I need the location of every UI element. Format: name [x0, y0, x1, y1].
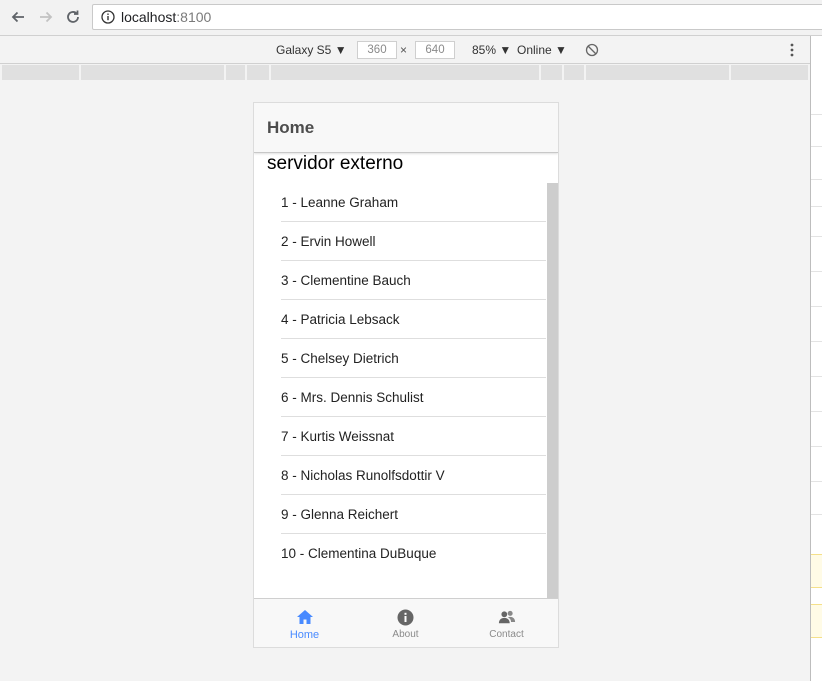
list-item[interactable]: 8 - Nicholas Runolfsdottir V — [281, 456, 546, 495]
back-button[interactable] — [7, 6, 29, 28]
more-options-button[interactable] — [786, 42, 798, 58]
url-port: :8100 — [176, 9, 212, 25]
list-item[interactable]: 5 - Chelsey Dietrich — [281, 339, 546, 378]
list-item[interactable]: 4 - Patricia Lebsack — [281, 300, 546, 339]
tab-contact-label: Contact — [489, 629, 524, 640]
arrow-left-icon — [11, 11, 24, 23]
device-select[interactable]: Galaxy S5 ▼ — [276, 36, 347, 63]
scrollbar[interactable] — [547, 183, 558, 599]
dimension-separator: × — [400, 42, 408, 57]
tab-about-label: About — [392, 629, 419, 640]
arrow-right-icon — [40, 11, 53, 23]
list-item[interactable]: 6 - Mrs. Dennis Schulist — [281, 378, 546, 417]
height-input[interactable]: 640 — [415, 40, 455, 59]
tab-home-label: Home — [289, 629, 320, 641]
devtools-panel-edge — [810, 36, 822, 681]
network-select[interactable]: Online ▼ — [517, 36, 567, 63]
info-icon — [397, 608, 415, 626]
rotate-button[interactable] — [585, 36, 599, 63]
tab-bar: Home About Contact — [254, 598, 558, 647]
tab-about[interactable]: About — [355, 599, 456, 647]
browser-address-bar: localhost:8100 — [0, 0, 822, 36]
media-query-ruler[interactable] — [0, 65, 810, 80]
tab-contact[interactable]: Contact — [456, 599, 557, 647]
url-host: localhost — [121, 9, 177, 25]
list-item[interactable]: 3 - Clementine Bauch — [281, 261, 546, 300]
home-icon — [296, 608, 314, 626]
list-item[interactable]: 2 - Ervin Howell — [281, 222, 546, 261]
reload-button[interactable] — [62, 6, 84, 28]
contacts-icon — [498, 608, 516, 626]
page-title: Home — [267, 118, 315, 137]
tab-home[interactable]: Home — [254, 599, 355, 647]
list-item[interactable]: 9 - Glenna Reichert — [281, 495, 546, 534]
info-icon[interactable] — [101, 10, 115, 24]
device-frame: Home servidor externo 1 - Leanne Graham … — [253, 102, 559, 648]
forward-button[interactable] — [35, 6, 57, 28]
url-input[interactable]: localhost:8100 — [92, 4, 822, 30]
list-item[interactable]: 7 - Kurtis Weissnat — [281, 417, 546, 456]
more-vert-icon — [790, 43, 794, 57]
section-title: servidor externo — [267, 153, 404, 174]
rotate-icon — [585, 43, 599, 56]
width-input[interactable]: 360 — [357, 40, 397, 59]
app-header: Home — [254, 103, 558, 153]
user-list: 1 - Leanne Graham 2 - Ervin Howell 3 - C… — [281, 183, 546, 573]
list-item[interactable]: 1 - Leanne Graham — [281, 183, 546, 222]
zoom-select[interactable]: 85% ▼ — [472, 36, 511, 63]
reload-icon — [67, 10, 79, 23]
device-toolbar: Galaxy S5 ▼ 360 × 640 85% ▼ Online ▼ — [0, 36, 810, 64]
list-item[interactable]: 10 - Clementina DuBuque — [281, 534, 546, 573]
